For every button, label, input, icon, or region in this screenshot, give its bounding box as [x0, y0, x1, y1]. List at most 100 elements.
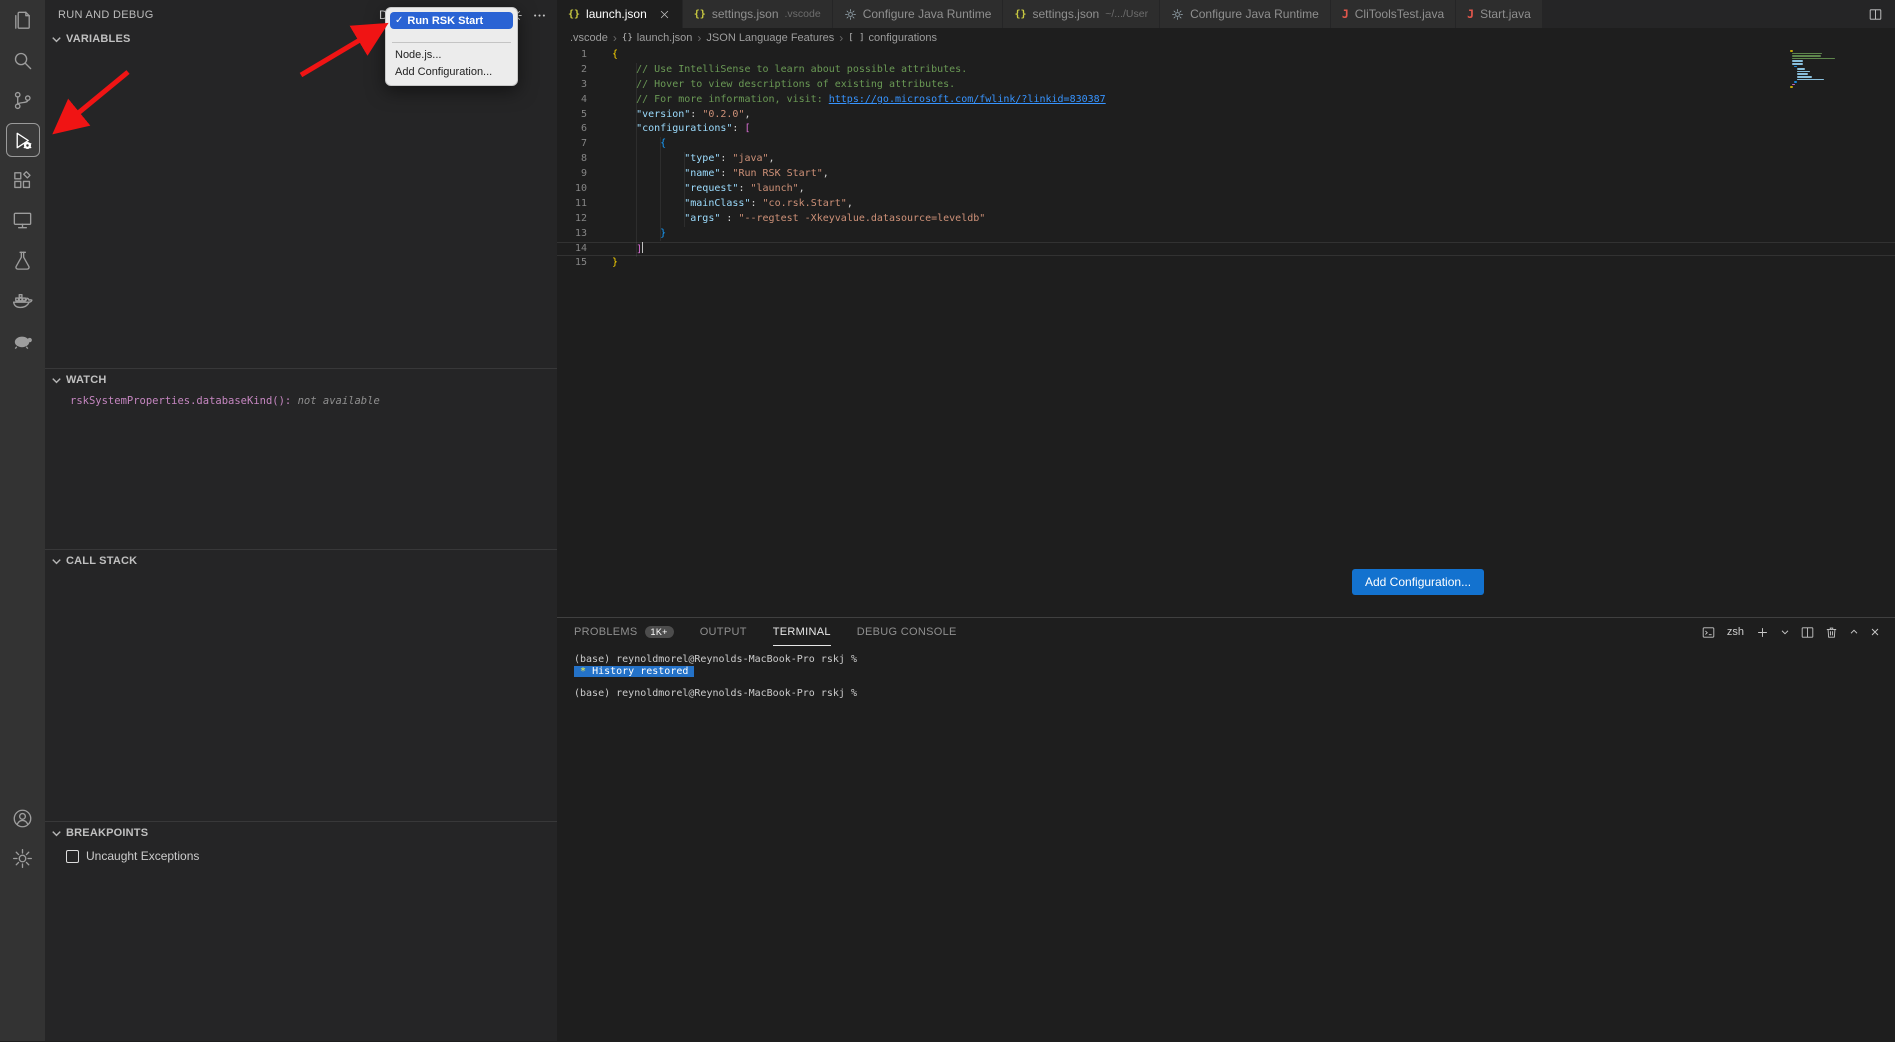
call-stack-section-header[interactable]: CALL STACK [45, 549, 557, 572]
panel-tab-problems[interactable]: PROBLEMS 1K+ [574, 618, 674, 646]
activity-remote-explorer-button[interactable] [0, 200, 45, 240]
new-terminal-icon[interactable] [1755, 625, 1770, 640]
tab-configure-java-runtime[interactable]: Configure Java Runtime [833, 0, 1004, 28]
split-terminal-icon[interactable] [1800, 625, 1815, 640]
line-number[interactable]: 8 [557, 152, 612, 167]
panel-tab-terminal[interactable]: TERMINAL [773, 618, 831, 646]
code-line-4[interactable]: 4 // For more information, visit: https:… [557, 93, 1895, 108]
activity-source-control-button[interactable] [0, 80, 45, 120]
activity-docker-button[interactable] [0, 280, 45, 320]
line-number[interactable]: 14 [557, 242, 612, 257]
run-debug-sidebar: RUN AND DEBUG D VARIABLES WATCH rskSyste… [45, 0, 557, 1041]
problems-count-badge: 1K+ [645, 626, 674, 638]
line-number[interactable]: 1 [557, 48, 612, 63]
line-number[interactable]: 5 [557, 108, 612, 123]
code-line-7[interactable]: 7 { [557, 137, 1895, 152]
panel-tab-label: PROBLEMS [574, 626, 638, 638]
menu-item-run-rsk-start[interactable]: ✓ Run RSK Start [390, 12, 513, 29]
breadcrumb-label: .vscode [570, 32, 608, 44]
watch-section-header[interactable]: WATCH [45, 368, 557, 391]
code-editor[interactable]: 1{2 // Use IntelliSense to learn about p… [557, 47, 1895, 617]
menu-item-node-js[interactable]: Node.js... [390, 46, 513, 63]
line-number[interactable]: 12 [557, 212, 612, 227]
panel-tab-debug-console[interactable]: DEBUG CONSOLE [857, 618, 957, 646]
tabbar-actions [1856, 0, 1895, 28]
search-icon [11, 49, 34, 72]
kill-terminal-trash-icon[interactable] [1824, 625, 1839, 640]
shell-label[interactable]: zsh [1727, 626, 1744, 638]
breadcrumb-item[interactable]: JSON Language Features [706, 32, 834, 44]
terminal-line: * History restored [574, 666, 1895, 678]
activity-explorer-button[interactable] [0, 0, 45, 40]
activity-search-button[interactable] [0, 40, 45, 80]
breadcrumb-item[interactable]: {}launch.json [622, 32, 693, 44]
add-configuration-button[interactable]: Add Configuration... [1352, 569, 1484, 595]
minimap-line [1797, 73, 1808, 75]
tab-description: ~/.../User [1105, 8, 1148, 20]
java-file-icon: J [1467, 7, 1474, 21]
line-number[interactable]: 4 [557, 93, 612, 108]
array-symbol-icon: [ ] [848, 33, 864, 43]
line-number[interactable]: 6 [557, 122, 612, 137]
chevron-down-icon [49, 554, 64, 569]
activity-settings-gear-button[interactable] [0, 838, 45, 878]
code-line-3[interactable]: 3 // Hover to view descriptions of exist… [557, 78, 1895, 93]
activity-run-and-debug-button[interactable] [0, 120, 45, 160]
watch-expression-row[interactable]: rskSystemProperties.databaseKind(): not … [45, 391, 557, 407]
code-line-9[interactable]: 9 "name": "Run RSK Start", [557, 167, 1895, 182]
line-content: "version": "0.2.0", [612, 108, 751, 123]
code-line-8[interactable]: 8 "type": "java", [557, 152, 1895, 167]
terminal[interactable]: (base) reynoldmorel@Reynolds-MacBook-Pro… [557, 646, 1895, 700]
code-line-5[interactable]: 5 "version": "0.2.0", [557, 108, 1895, 123]
line-number[interactable]: 11 [557, 197, 612, 212]
code-line-6[interactable]: 6 "configurations": [ [557, 122, 1895, 137]
code-line-13[interactable]: 13 } [557, 227, 1895, 242]
close-tab-icon[interactable] [658, 8, 671, 21]
checkmark-icon: ✓ [395, 15, 403, 26]
code-line-12[interactable]: 12 "args" : "--regtest -Xkeyvalue.dataso… [557, 212, 1895, 227]
views-more-actions-icon[interactable] [532, 8, 547, 23]
tab-settings-json[interactable]: {}settings.json.vscode [683, 0, 833, 28]
code-line-11[interactable]: 11 "mainClass": "co.rsk.Start", [557, 197, 1895, 212]
tab-configure-java-runtime[interactable]: Configure Java Runtime [1160, 0, 1331, 28]
breadcrumb-item[interactable]: .vscode [570, 32, 608, 44]
line-number[interactable]: 3 [557, 78, 612, 93]
breakpoints-section-header[interactable]: BREAKPOINTS [45, 821, 557, 844]
maximize-panel-chevron-icon[interactable] [1848, 626, 1860, 638]
line-number[interactable]: 15 [557, 256, 612, 271]
activity-testing-button[interactable] [0, 240, 45, 280]
activity-accounts-button[interactable] [0, 798, 45, 838]
code-line-1[interactable]: 1{ [557, 48, 1895, 63]
activity-extensions-button[interactable] [0, 160, 45, 200]
tab-start-java[interactable]: JStart.java [1456, 0, 1543, 28]
uncaught-exceptions-checkbox[interactable] [66, 850, 79, 863]
activity-extension-animal-button[interactable] [0, 320, 45, 360]
line-number[interactable]: 13 [557, 227, 612, 242]
tab-clitoolstest-java[interactable]: JCliToolsTest.java [1331, 0, 1456, 28]
breadcrumb-separator: › [839, 31, 843, 45]
breadcrumb-item[interactable]: [ ]configurations [848, 32, 937, 44]
activity-bar-bottom [0, 798, 45, 878]
chevron-down-icon [49, 826, 64, 841]
line-content: ] [612, 241, 643, 258]
split-editor-icon[interactable] [1868, 7, 1883, 22]
variables-label: VARIABLES [66, 33, 131, 45]
line-number[interactable]: 10 [557, 182, 612, 197]
close-panel-icon[interactable] [1869, 626, 1881, 638]
terminal-text: (base) reynoldmorel@Reynolds-MacBook-Pro… [574, 654, 857, 665]
menu-item-label: Run RSK Start [407, 15, 483, 27]
terminal-profile-chevron-icon[interactable] [1779, 626, 1791, 638]
line-number[interactable]: 2 [557, 63, 612, 78]
code-line-2[interactable]: 2 // Use IntelliSense to learn about pos… [557, 63, 1895, 78]
menu-item-add-configuration[interactable]: Add Configuration... [390, 63, 513, 80]
line-number[interactable]: 7 [557, 137, 612, 152]
code-line-15[interactable]: 15} [557, 256, 1895, 271]
minimap[interactable] [1790, 50, 1862, 88]
code-line-10[interactable]: 10 "request": "launch", [557, 182, 1895, 197]
tab-settings-json[interactable]: {}settings.json~/.../User [1003, 0, 1160, 28]
tab-launch-json[interactable]: {}launch.json [557, 0, 683, 28]
code-line-14[interactable]: 14 ] [557, 242, 1895, 257]
panel-tab-output[interactable]: OUTPUT [700, 618, 747, 646]
line-number[interactable]: 9 [557, 167, 612, 182]
code-link[interactable]: https://go.microsoft.com/fwlink/?linkid=… [829, 94, 1106, 105]
